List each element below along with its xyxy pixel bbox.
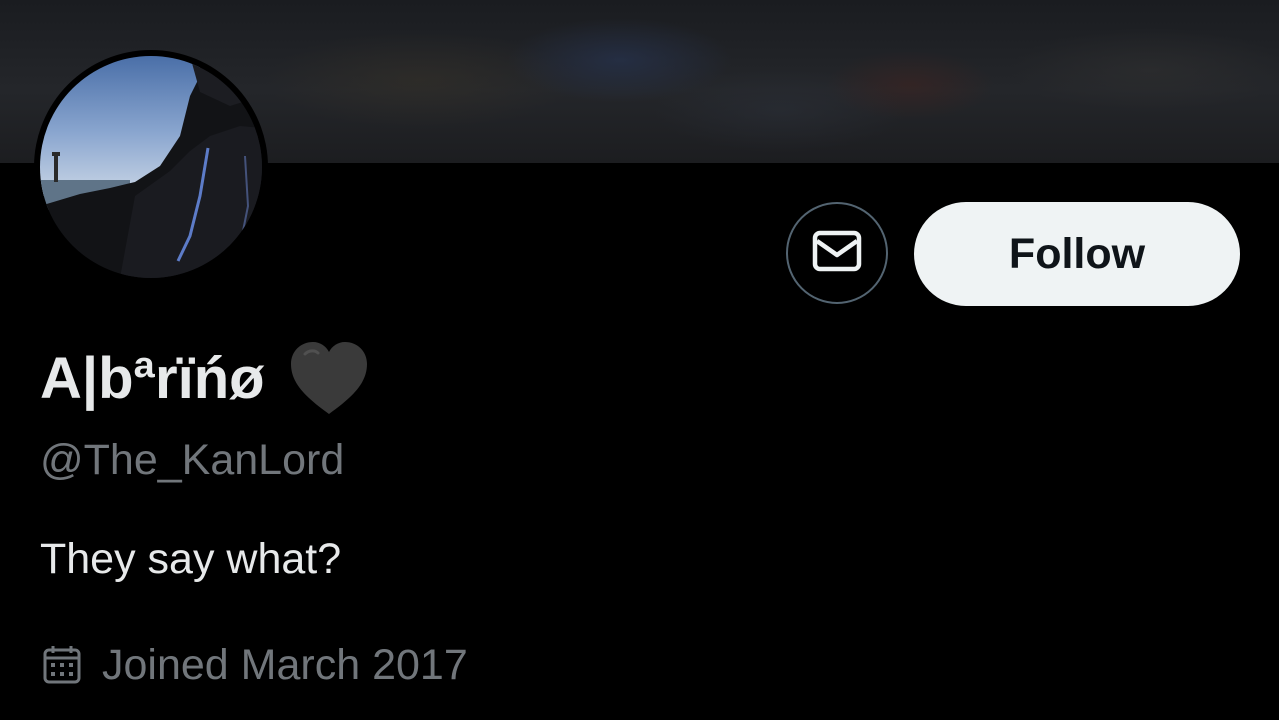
profile-bio: They say what? xyxy=(40,535,342,583)
joined-date-row: Joined March 2017 xyxy=(42,638,468,692)
avatar-photo xyxy=(40,56,262,278)
message-button[interactable] xyxy=(786,202,888,304)
display-name-row: A|bªrïńø xyxy=(40,336,371,420)
calendar-icon xyxy=(42,645,82,685)
black-heart-icon xyxy=(287,338,371,418)
profile-handle: @The_KanLord xyxy=(40,436,345,484)
profile-avatar[interactable] xyxy=(34,50,268,284)
envelope-icon xyxy=(811,229,863,278)
follow-button-label: Follow xyxy=(1008,229,1146,278)
joined-date: Joined March 2017 xyxy=(102,640,468,689)
display-name: A|bªrïńø xyxy=(40,345,265,411)
follow-button[interactable]: Follow xyxy=(914,202,1240,306)
